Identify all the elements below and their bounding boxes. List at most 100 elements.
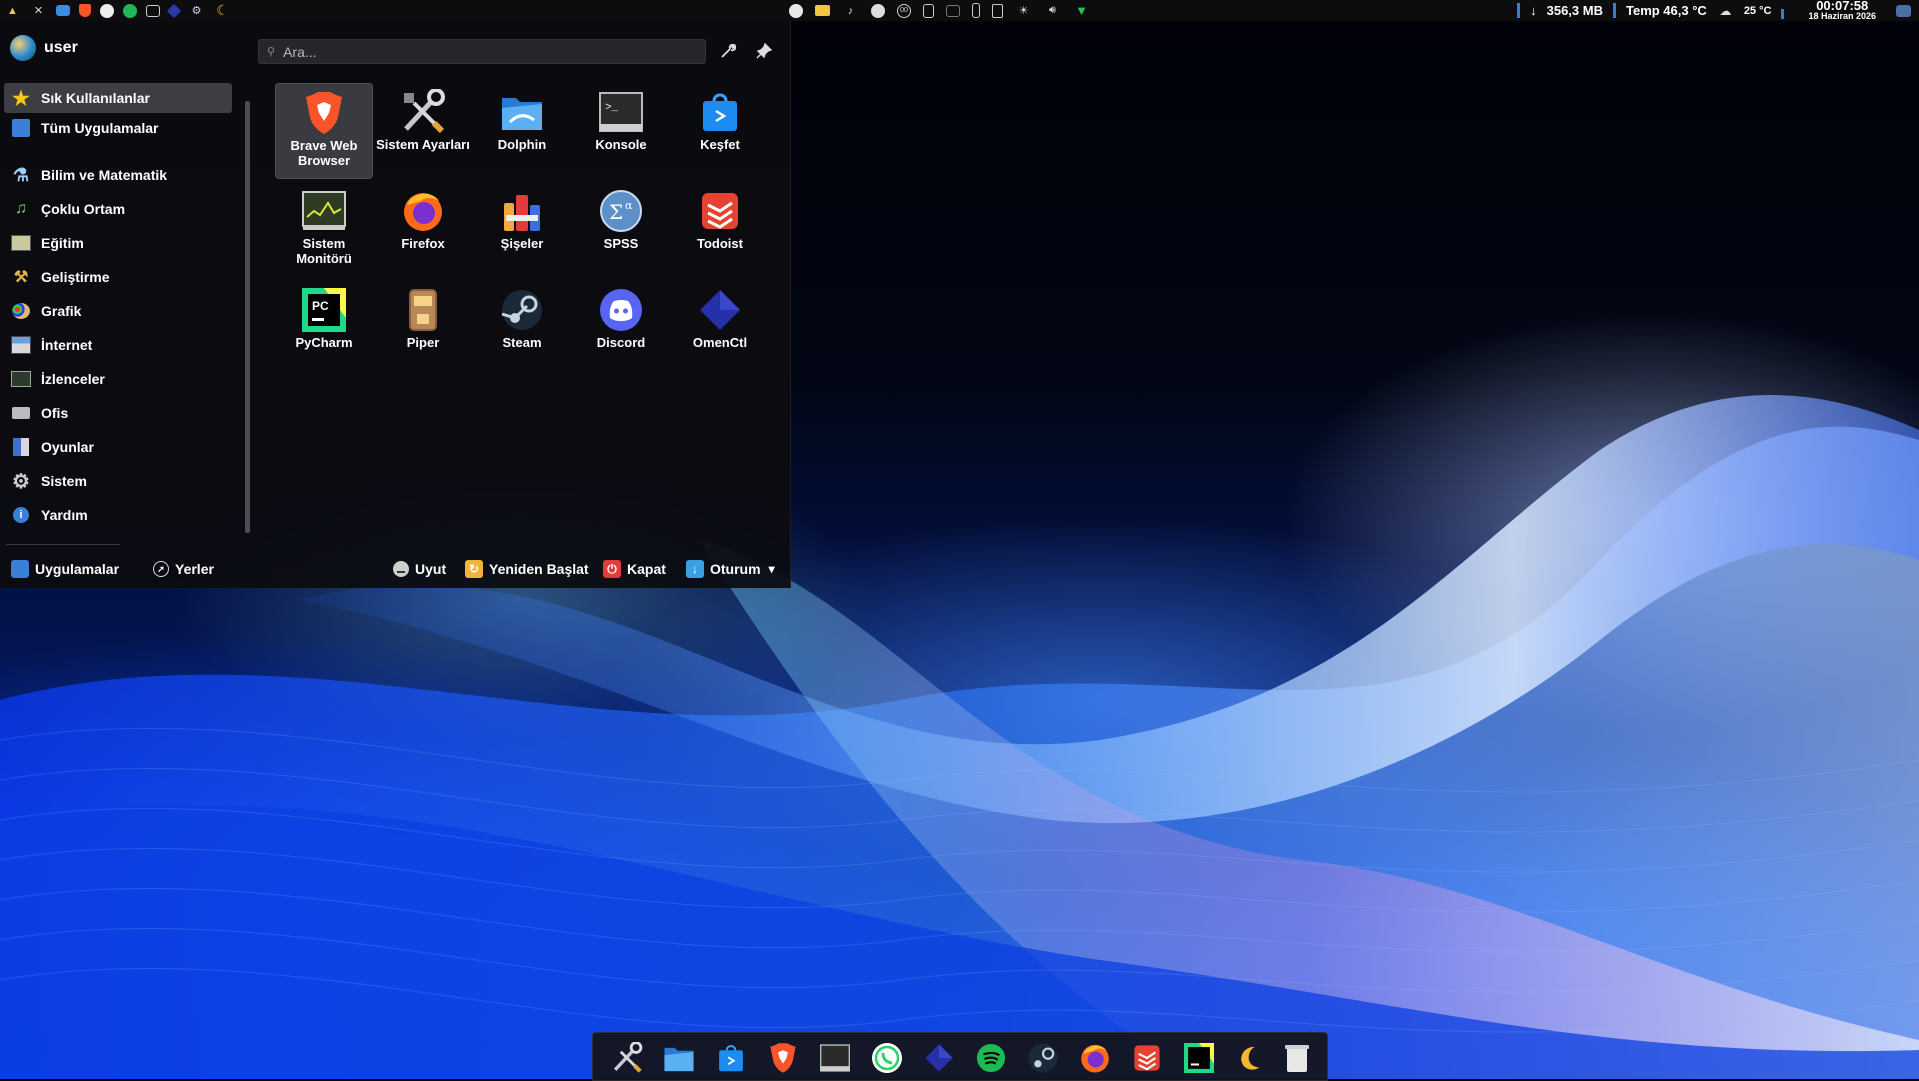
folder-tray-icon[interactable] (815, 5, 830, 16)
category-utilities[interactable]: İzlenceler (4, 364, 232, 394)
category-label: Oyunlar (41, 439, 94, 455)
spss-icon: Σα (598, 188, 644, 234)
app-firefox[interactable]: Firefox (374, 182, 472, 278)
app-omenctl[interactable]: OmenCtl (671, 281, 769, 377)
category-internet[interactable]: İnternet (4, 330, 232, 360)
app-piper[interactable]: Piper (374, 281, 472, 377)
session-button[interactable]: ↓ Oturum ▾ (686, 557, 775, 581)
weather-temperature[interactable]: 25 °C (1744, 5, 1772, 17)
kdeconnect-icon[interactable]: 00 (897, 3, 911, 18)
steam-icon[interactable]: ⚙ (188, 2, 205, 19)
app-pycharm[interactable]: PC PyCharm (275, 281, 373, 377)
digital-clock[interactable]: 00:07:58 18 Haziran 2026 (1808, 0, 1876, 21)
category-office[interactable]: Ofis (4, 398, 232, 428)
dock-omenctl-icon[interactable] (921, 1040, 957, 1076)
configure-icon[interactable] (716, 39, 740, 63)
show-desktop-icon[interactable] (1896, 4, 1911, 17)
category-favorites[interactable]: ★ Sık Kullanılanlar (4, 83, 232, 113)
dock-folder-icon[interactable] (661, 1040, 697, 1076)
category-label: Ofis (41, 405, 69, 421)
app-label: Firefox (401, 236, 445, 251)
app-brave[interactable]: Brave Web Browser (275, 83, 373, 179)
restart-button[interactable]: ↻ Yeniden Başlat (465, 557, 589, 581)
app-spss[interactable]: Σα SPSS (572, 182, 670, 278)
notifications-icon[interactable]: ♪ (842, 2, 859, 19)
dock-spotify-icon[interactable] (973, 1040, 1009, 1076)
app-label: Steam (502, 335, 542, 350)
category-all-apps[interactable]: Tüm Uygulamalar (4, 113, 232, 143)
dock-brave-icon[interactable] (765, 1040, 801, 1076)
omenctl-icon[interactable] (166, 3, 182, 18)
dock-night-light-icon[interactable] (1233, 1040, 1269, 1076)
sleep-button[interactable]: Uyut (393, 557, 446, 581)
clipboard-icon[interactable] (923, 3, 934, 18)
category-games[interactable]: Oyunlar (4, 432, 232, 462)
night-light-icon[interactable]: ☾ (214, 2, 231, 19)
dock-steam-icon[interactable] (1025, 1040, 1061, 1076)
app-steam[interactable]: Steam (473, 281, 571, 377)
category-graphics[interactable]: Grafik (4, 296, 232, 326)
dock-pycharm-icon[interactable] (1181, 1040, 1217, 1076)
brightness-icon[interactable]: ☀ (1015, 2, 1032, 19)
dock-terminal-icon[interactable] (817, 1040, 853, 1076)
category-label: Geliştirme (41, 269, 110, 285)
app-todoist[interactable]: Todoist (671, 182, 769, 278)
shutdown-button[interactable]: ⏻ Kapat (603, 557, 666, 581)
battery-icon[interactable] (972, 3, 980, 18)
display-icon[interactable] (946, 4, 960, 17)
flask-icon: ⚗ (12, 164, 30, 185)
whatsapp-tray-icon[interactable] (789, 3, 803, 18)
folder-icon[interactable] (56, 5, 70, 16)
memory-usage[interactable]: 356,3 MB (1547, 3, 1603, 18)
restart-label: Yeniden Başlat (489, 561, 589, 577)
whatsapp-icon[interactable] (100, 3, 114, 18)
category-system[interactable]: ⚙ Sistem (4, 466, 232, 496)
category-scrollbar[interactable] (245, 101, 250, 533)
volume-icon[interactable]: 🔊︎ (1044, 2, 1061, 19)
user-info[interactable]: user (10, 35, 78, 61)
app-label: Dolphin (497, 137, 547, 152)
dock-firefox-icon[interactable] (1077, 1040, 1113, 1076)
app-bottles[interactable]: Şişeler (473, 182, 571, 278)
app-dolphin[interactable]: Dolphin (473, 83, 571, 179)
brave-icon[interactable] (79, 4, 91, 17)
category-multimedia[interactable]: ♫ Çoklu Ortam (4, 194, 232, 224)
svg-text:Σ: Σ (609, 200, 623, 224)
avatar[interactable] (10, 35, 36, 61)
network-arrow: ↓ (1530, 3, 1537, 18)
category-science[interactable]: ⚗ Bilim ve Matematik (4, 160, 232, 190)
app-system-monitor[interactable]: Sistem Monitörü (275, 182, 373, 278)
category-development[interactable]: ⚒ Geliştirme (4, 262, 232, 292)
category-help[interactable]: i Yardım (4, 500, 232, 530)
search-input[interactable] (281, 42, 686, 61)
app-discover[interactable]: Keşfet (671, 83, 769, 179)
steam-tray-icon[interactable] (871, 3, 885, 18)
flask-icon[interactable]: ▲ (4, 2, 21, 19)
app-system-settings[interactable]: Sistem Ayarları (374, 83, 472, 179)
category-education[interactable]: Eğitim (4, 228, 232, 258)
svg-text:α: α (625, 199, 633, 212)
pin-icon[interactable] (752, 39, 776, 63)
monitor-icon[interactable] (146, 4, 160, 17)
app-discord[interactable]: Discord (572, 281, 670, 377)
applications-button[interactable]: Uygulamalar (11, 557, 119, 581)
tools-icon[interactable]: ✕ (30, 2, 47, 19)
dock-trash-icon[interactable] (1279, 1040, 1315, 1076)
sleep-icon (393, 561, 409, 577)
chevron-down-icon[interactable]: ▾ (769, 562, 775, 576)
places-button[interactable]: ➚ Yerler (153, 557, 214, 581)
device-icon[interactable] (992, 3, 1003, 18)
category-label: Sık Kullanılanlar (41, 90, 150, 106)
dock-todoist-icon[interactable] (1129, 1040, 1165, 1076)
network-icon[interactable]: ▼ (1073, 2, 1090, 19)
dock-store-icon[interactable] (713, 1040, 749, 1076)
restart-icon: ↻ (465, 560, 483, 578)
cpu-temperature[interactable]: Temp 46,3 °C (1626, 3, 1707, 18)
username: user (44, 39, 78, 56)
app-label: Şişeler (500, 236, 544, 251)
app-konsole[interactable]: >_ Konsole (572, 83, 670, 179)
dock-whatsapp-icon[interactable] (869, 1040, 905, 1076)
search-field[interactable]: ⚲ (258, 39, 706, 64)
spotify-icon[interactable] (123, 3, 137, 18)
dock-tools-icon[interactable] (609, 1040, 645, 1076)
